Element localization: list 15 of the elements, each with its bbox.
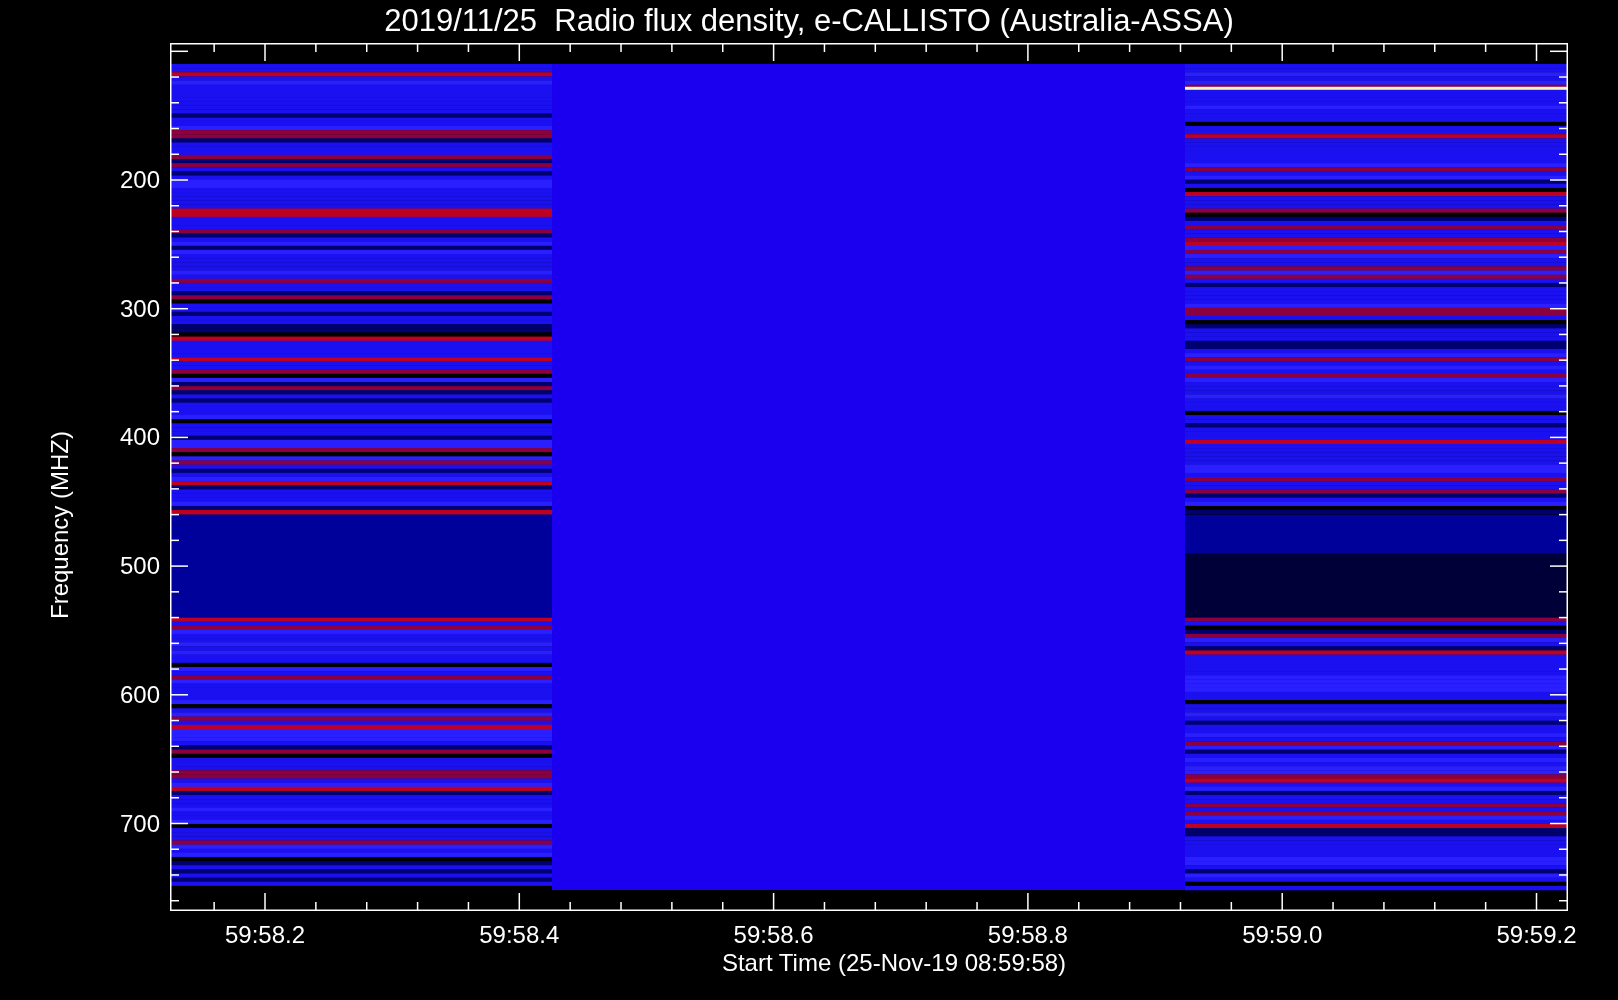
x-tick-label: 59:58.6	[733, 921, 814, 949]
x-tick-label: 59:59.0	[1242, 921, 1323, 949]
x-tick-label: 59:58.8	[987, 921, 1068, 949]
y-tick-label: 400	[119, 423, 160, 452]
y-tick-label: 500	[119, 552, 160, 581]
y-tick-label: 200	[119, 166, 160, 194]
y-tick-label: 600	[119, 680, 160, 709]
x-tick-label: 59:58.2	[224, 921, 306, 949]
chart-title: 2019/11/25 Radio flux density, e-CALLISTO (Australia-ASSA)	[384, 2, 1234, 40]
x-axis-label: Start Time (25-Nov-19 08:59:58)	[721, 949, 1067, 977]
y-tick-label: 700	[119, 809, 160, 838]
x-tick-label: 59:59.2	[1496, 921, 1577, 949]
x-tick-label: 59:58.4	[479, 921, 560, 949]
y-tick-label: 300	[119, 294, 160, 323]
y-axis-label: Frequency (MHZ)	[45, 431, 74, 619]
